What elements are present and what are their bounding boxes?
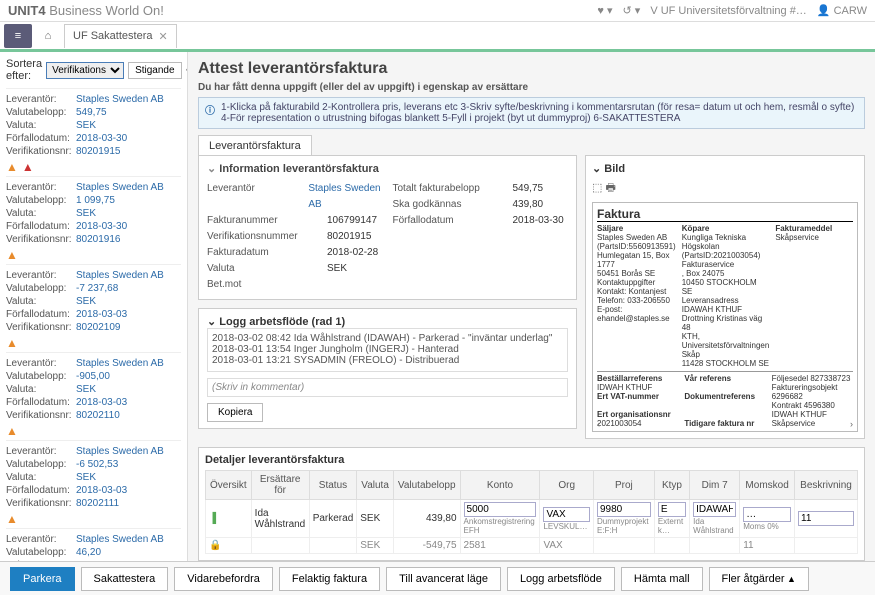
detail-title: Detaljer leverantörsfaktura (205, 454, 858, 466)
ktyp-input[interactable] (658, 502, 686, 517)
warning-icon: ▲ (6, 424, 181, 438)
table-row: 🔒 SEK -549,75 2581 VAX 11 (206, 538, 858, 554)
close-icon[interactable]: ✕ (158, 30, 167, 43)
felaktig-button[interactable]: Felaktig faktura (279, 567, 380, 591)
table-row[interactable]: ▐ Ida Wåhlstrand Parkerad SEK 439,80 Ank… (206, 500, 858, 538)
info-banner: ⓘ 1-Klicka på fakturabild 2-Kontrollera … (198, 97, 865, 129)
home-icon[interactable]: ⌂ (34, 24, 62, 48)
fler-button[interactable]: Fler åtgärder (709, 567, 809, 591)
org-menu[interactable]: V UF Universitetsförvaltning #… (650, 5, 807, 17)
info-panel-title: Information leverantörsfaktura (207, 162, 568, 175)
download-icon[interactable]: ⬚ (592, 182, 602, 194)
mall-button[interactable]: Hämta mall (621, 567, 703, 591)
copy-button[interactable]: Kopiera (207, 403, 263, 422)
sort-field[interactable]: Verifikations (46, 62, 124, 79)
vidarebefordra-button[interactable]: Vidarebefordra (174, 567, 273, 591)
proj-input[interactable] (597, 502, 651, 517)
brand: UNIT4 Business World On! (8, 3, 164, 18)
invoice-image[interactable]: Faktura SäljareStaples Sweden AB (PartsI… (592, 202, 858, 432)
list-item[interactable]: Leverantör:Staples Sweden ABValutabelopp… (6, 440, 181, 528)
detail-table: ÖversiktErsättare förStatusValutaValutab… (205, 470, 858, 554)
list-item[interactable]: Leverantör:Staples Sweden ABValutabelopp… (6, 176, 181, 264)
page-subtitle: Du har fått denna uppgift (eller del av … (198, 82, 865, 93)
bild-title: ⌄ Bild (592, 162, 858, 175)
sort-label: Sortera efter: (6, 58, 42, 82)
page-title: Attest leverantörsfaktura (198, 60, 865, 78)
log-entries: 2018-03-02 08:42 Ida Wåhlstrand (IDAWAH)… (207, 328, 568, 372)
list-item[interactable]: Leverantör:Staples Sweden ABValutabelopp… (6, 264, 181, 352)
scroll-left-icon[interactable]: ‹ (597, 419, 600, 429)
history-icon[interactable]: ↺ ▾ (623, 4, 641, 17)
konto-input[interactable] (464, 502, 537, 517)
row-flag-icon[interactable]: ▐ (209, 513, 216, 524)
fav-icon[interactable]: ♥ ▾ (597, 4, 612, 17)
logg-button[interactable]: Logg arbetsflöde (507, 567, 615, 591)
print-icon[interactable]: 🖶 (605, 182, 615, 194)
comment-input[interactable]: (Skriv in kommentar) (207, 378, 568, 397)
subtab-faktura[interactable]: Leverantörsfaktura (198, 135, 312, 156)
list-item[interactable]: Leverantör:Staples Sweden ABValutabelopp… (6, 528, 181, 561)
warning-icon: ▲ (6, 248, 181, 262)
list-item[interactable]: Leverantör:Staples Sweden ABValutabelopp… (6, 88, 181, 176)
avancerat-button[interactable]: Till avancerat läge (386, 567, 501, 591)
tab-label: UF Sakattestera (73, 30, 152, 42)
dim7-input[interactable] (693, 502, 736, 517)
lock-icon: 🔒 (209, 540, 221, 551)
moms-input[interactable] (743, 507, 791, 522)
warning-icon: ▲ (6, 336, 181, 350)
sort-order[interactable]: Stigande (128, 62, 181, 79)
sakattestera-button[interactable]: Sakattestera (81, 567, 169, 591)
parkera-button[interactable]: Parkera (10, 567, 75, 591)
list-item[interactable]: Leverantör:Staples Sweden ABValutabelopp… (6, 352, 181, 440)
user-menu[interactable]: 👤 CARW (817, 4, 867, 17)
supplier-link[interactable]: Staples Sweden AB (308, 181, 382, 213)
tab-sakattestera[interactable]: UF Sakattestera ✕ (64, 24, 177, 48)
scroll-right-icon[interactable]: › (850, 419, 853, 429)
menu-icon[interactable]: ≡ (4, 24, 32, 48)
warning-icon: ▲ (6, 512, 181, 526)
info-icon: ⓘ (205, 102, 215, 124)
org-input[interactable] (543, 507, 590, 522)
besk-input[interactable] (798, 511, 854, 526)
log-title: ⌄ Logg arbetsflöde (rad 1) (207, 315, 568, 328)
warning-icon: ▲▲ (6, 160, 181, 174)
